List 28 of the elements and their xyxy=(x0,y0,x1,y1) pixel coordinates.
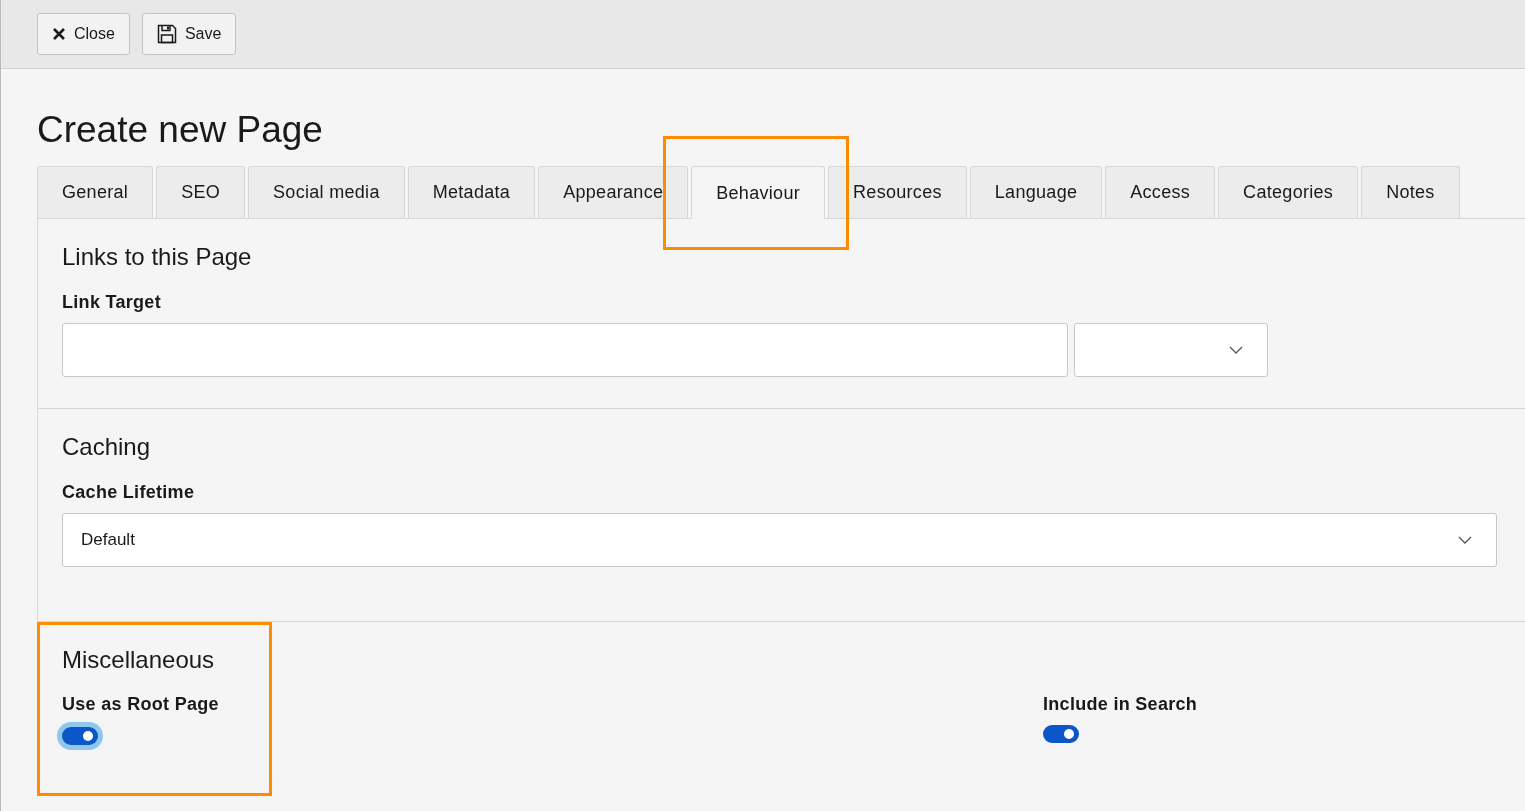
toggle-switch[interactable] xyxy=(62,727,98,745)
tab[interactable]: SEO xyxy=(156,166,246,218)
section-heading: Miscellaneous xyxy=(62,648,216,672)
section-heading: Caching xyxy=(62,435,152,459)
tab[interactable]: Metadata xyxy=(407,166,536,218)
field-label: Include in Search xyxy=(1043,695,1199,713)
field-label: Link Target xyxy=(62,293,162,311)
close-button[interactable]: Close xyxy=(37,13,130,55)
save-button[interactable]: Save xyxy=(141,13,237,55)
chevron-down-icon xyxy=(1458,536,1472,544)
tab[interactable]: Behaviour xyxy=(691,166,825,219)
tab[interactable]: Resources xyxy=(828,166,967,218)
close-icon xyxy=(52,27,66,41)
tab[interactable]: Appearance xyxy=(538,166,689,218)
toggle-switch[interactable] xyxy=(1043,725,1079,743)
field-label: Cache Lifetime xyxy=(62,483,196,501)
tab[interactable]: General xyxy=(37,166,154,218)
tab[interactable]: Categories xyxy=(1218,166,1359,218)
chevron-down-icon xyxy=(1229,346,1243,354)
input-field[interactable] xyxy=(62,323,1068,377)
page-title: Create new Page xyxy=(37,111,324,148)
section-heading: Links to this Page xyxy=(62,245,253,269)
tab[interactable]: Social media xyxy=(248,166,405,218)
field-label: Use as Root Page xyxy=(62,695,220,713)
dropdown[interactable]: Default xyxy=(62,513,1497,567)
tab[interactable]: Access xyxy=(1105,166,1216,218)
tab[interactable]: Notes xyxy=(1361,166,1460,218)
tab[interactable]: Language xyxy=(969,166,1103,218)
